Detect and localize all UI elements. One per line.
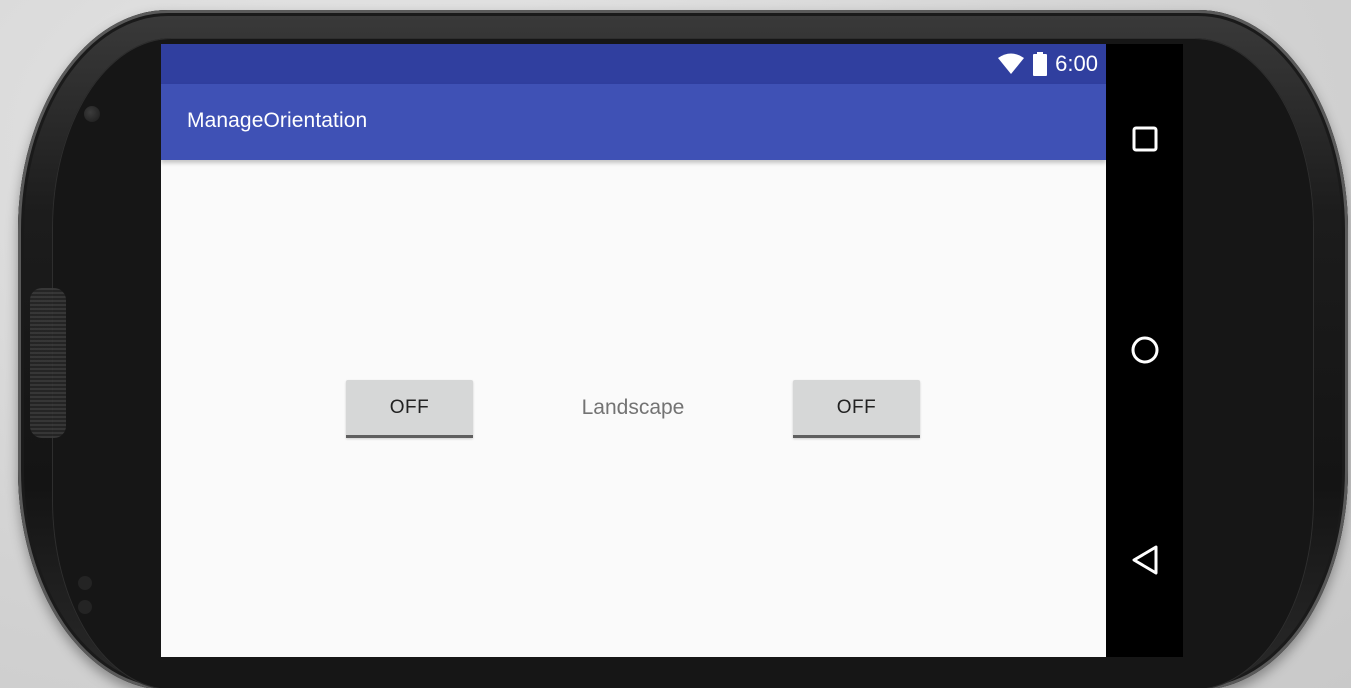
status-icons: 6:00 (997, 51, 1098, 77)
home-icon (1131, 336, 1159, 364)
home-button[interactable] (1124, 329, 1166, 371)
recents-icon (1132, 126, 1158, 152)
status-clock: 6:00 (1055, 51, 1098, 76)
back-button[interactable] (1124, 539, 1166, 581)
back-icon (1132, 545, 1158, 575)
wifi-icon (998, 53, 1025, 74)
desktop-background: 6:00 ManageOrientation OFF Landscape OFF (0, 0, 1351, 688)
speaker-grille (30, 288, 66, 438)
navigation-bar (1106, 44, 1183, 657)
app-title: ManageOrientation (187, 109, 368, 132)
front-camera (84, 106, 100, 122)
sensor-dot (78, 576, 92, 590)
sensor-dot (78, 600, 92, 614)
app-toolbar: ManageOrientation (161, 84, 1106, 160)
left-toggle-button[interactable]: OFF (346, 380, 473, 438)
battery-icon (1033, 52, 1048, 76)
orientation-label: Landscape (581, 396, 685, 419)
recents-button[interactable] (1124, 118, 1166, 160)
orientation-controls: OFF Landscape OFF (161, 380, 1106, 438)
right-toggle-button[interactable]: OFF (793, 380, 920, 438)
device-screen: 6:00 ManageOrientation OFF Landscape OFF (161, 44, 1106, 657)
status-bar: 6:00 (161, 44, 1106, 84)
